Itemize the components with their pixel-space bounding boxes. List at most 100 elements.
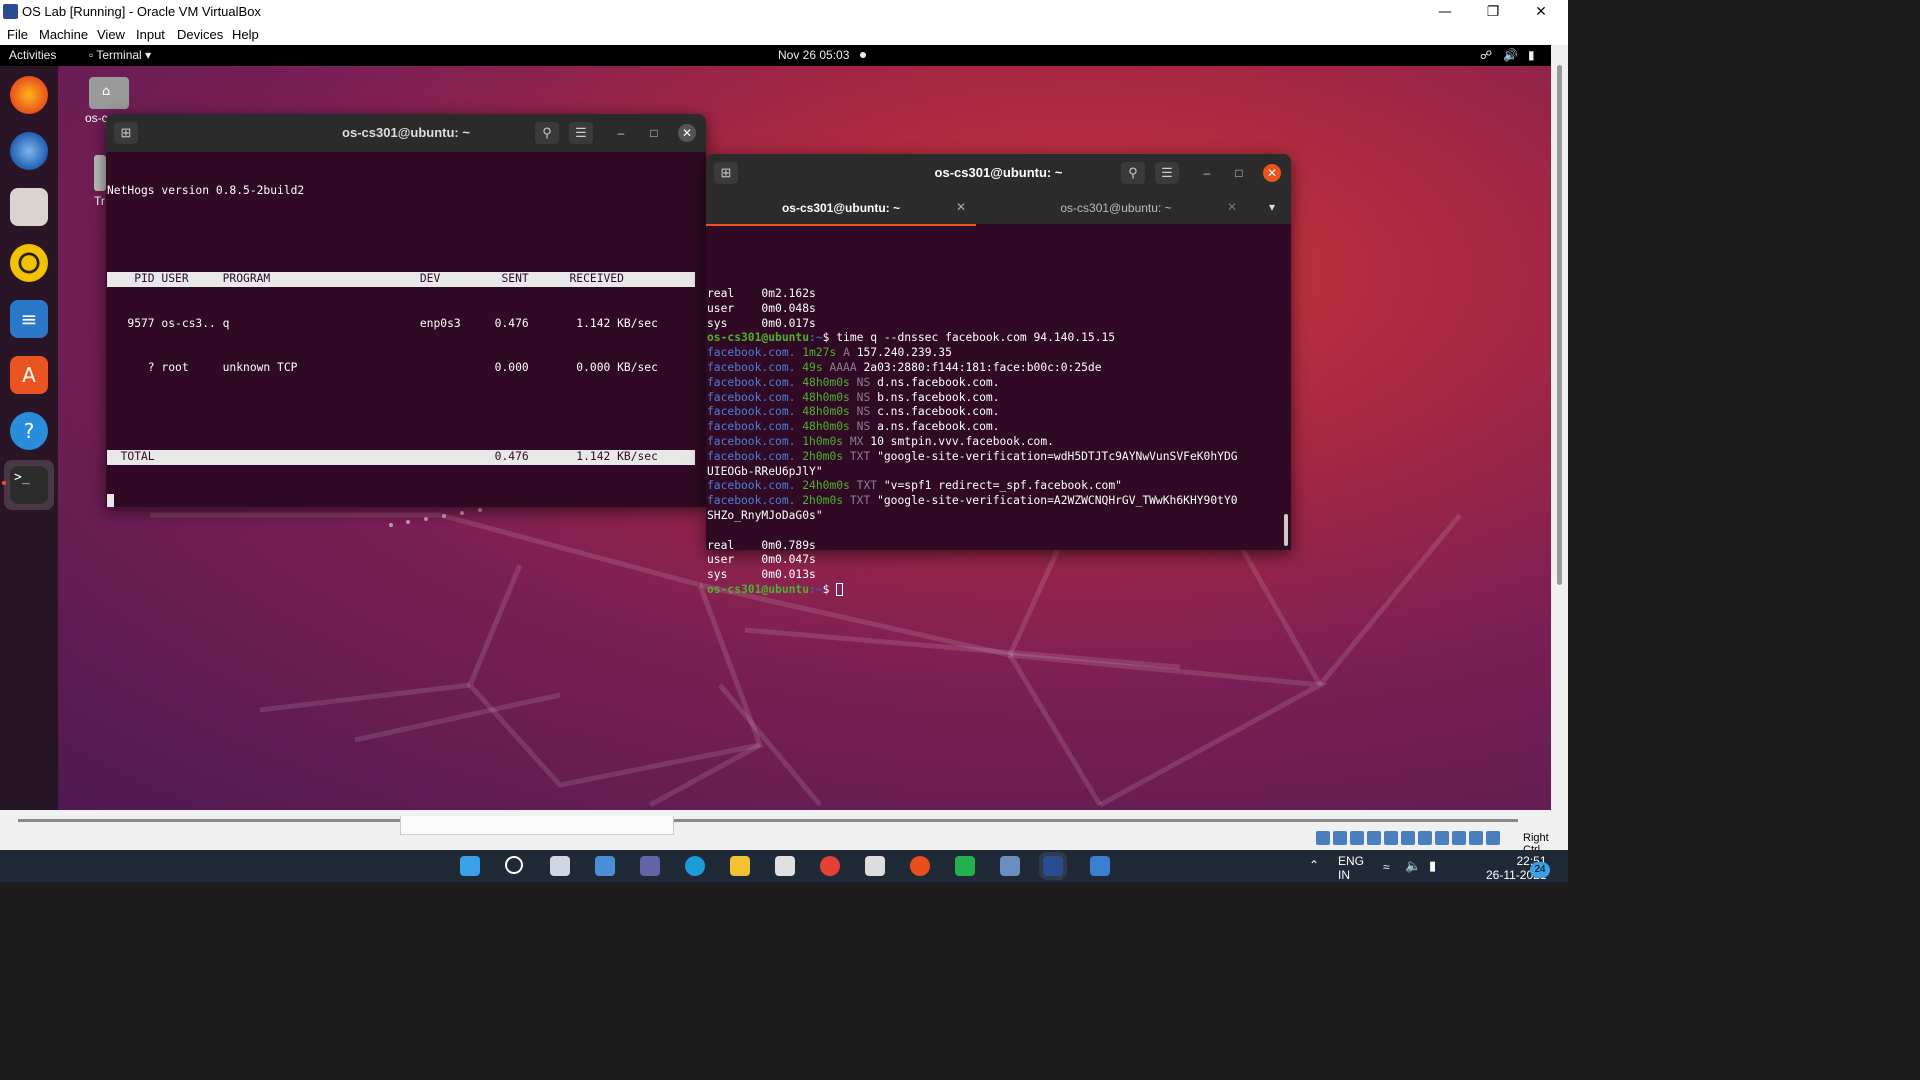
vbox-menubar: File Machine View Input Devices Help xyxy=(0,24,1568,45)
hdd-icon[interactable] xyxy=(1316,831,1330,845)
virtualbox-vm-icon[interactable] xyxy=(1043,856,1063,876)
tab-close-icon[interactable]: ✕ xyxy=(956,200,966,214)
close-icon[interactable]: ✕ xyxy=(678,124,696,142)
prompt-line: os-cs301@ubuntu:~$ xyxy=(707,583,1290,598)
activities-button[interactable]: Activities xyxy=(9,48,56,62)
minimize-icon[interactable]: — xyxy=(1422,0,1468,24)
minimize-icon[interactable]: – xyxy=(1198,164,1216,182)
close-icon[interactable]: ✕ xyxy=(1263,164,1281,182)
record-name: facebook.com. xyxy=(707,360,796,374)
volume-icon[interactable]: 🔊 xyxy=(1503,48,1518,62)
record-name: facebook.com. xyxy=(707,375,796,389)
recording-icon[interactable] xyxy=(1435,831,1449,845)
wifi-icon[interactable]: ≈ xyxy=(1383,860,1390,874)
thunderbird-icon[interactable] xyxy=(10,132,48,170)
widgets-icon[interactable] xyxy=(595,856,615,876)
terminal-icon[interactable]: >_ xyxy=(10,466,48,504)
trash-label: Tr xyxy=(94,194,105,208)
notification-badge[interactable]: 24 xyxy=(1530,862,1550,878)
terminal-tabbar: os-cs301@ubuntu: ~ ✕ os-cs301@ubuntu: ~ … xyxy=(706,192,1291,226)
search-icon[interactable]: ⚲ xyxy=(535,122,559,144)
firefox-icon[interactable] xyxy=(910,856,930,876)
menu-file[interactable]: File xyxy=(7,27,28,42)
vbox-vertical-scrollbar[interactable] xyxy=(1551,45,1568,810)
network-icon[interactable]: ☍ xyxy=(1480,48,1492,62)
mouse-integration-icon[interactable] xyxy=(1469,831,1483,845)
edge-icon[interactable] xyxy=(685,856,705,876)
dns-record: facebook.com. 48h0m0s NS a.ns.facebook.c… xyxy=(707,420,1290,435)
home-folder-icon[interactable]: ⌂ xyxy=(89,77,129,109)
chrome-icon[interactable] xyxy=(820,856,840,876)
shared-folder-icon[interactable] xyxy=(1401,831,1415,845)
search-icon[interactable]: ⚲ xyxy=(1121,162,1145,184)
store-icon[interactable] xyxy=(775,856,795,876)
record-ttl: 48h0m0s xyxy=(802,420,850,434)
menu-help[interactable]: Help xyxy=(232,27,259,42)
usb-icon[interactable] xyxy=(1384,831,1398,845)
help-icon[interactable]: ? xyxy=(10,412,48,450)
prompt-line: os-cs301@ubuntu:~$ time q --dnssec faceb… xyxy=(707,331,1290,346)
optical-drive-icon[interactable] xyxy=(1333,831,1347,845)
prompt-path: :~ xyxy=(809,331,823,345)
topbar-clock[interactable]: Nov 26 05:03 xyxy=(778,48,849,62)
menu-devices[interactable]: Devices xyxy=(177,27,223,42)
search-icon[interactable] xyxy=(505,856,523,874)
record-wrap: SHZo_RnyMJoDaG0s" xyxy=(707,508,823,522)
app-menu-terminal[interactable]: ▫ Terminal ▾ xyxy=(89,48,151,62)
record-value: 10 smtpin.vvv.facebook.com. xyxy=(870,434,1054,448)
maximize-icon[interactable]: □ xyxy=(1230,164,1248,182)
keyboard-capture-icon[interactable] xyxy=(1486,831,1500,845)
network-adapter-icon[interactable] xyxy=(1367,831,1381,845)
terminal-scrollbar[interactable] xyxy=(1284,514,1288,546)
close-icon[interactable]: ✕ xyxy=(1518,0,1564,24)
writer-icon[interactable]: ≡ xyxy=(10,300,48,338)
tab-close-icon[interactable]: ✕ xyxy=(1227,200,1237,214)
chat-icon[interactable] xyxy=(640,856,660,876)
terminal-window-nethogs[interactable]: ⊞ os-cs301@ubuntu: ~ ⚲ ☰ – □ ✕ NetHogs v… xyxy=(106,114,706,509)
task-view-icon[interactable] xyxy=(550,856,570,876)
start-icon[interactable] xyxy=(460,856,480,876)
menu-input[interactable]: Input xyxy=(136,27,165,42)
terminal-window-dns[interactable]: ⊞ os-cs301@ubuntu: ~ ⚲ ☰ – □ ✕ os-cs301@… xyxy=(706,154,1291,597)
software-center-icon[interactable]: A xyxy=(10,356,48,394)
virtualbox-manager-icon[interactable] xyxy=(1000,856,1020,876)
dns-record: facebook.com. 49s AAAA 2a03:2880:f144:18… xyxy=(707,361,1290,376)
trash-icon[interactable] xyxy=(94,155,106,191)
photos-icon[interactable] xyxy=(1090,856,1110,876)
battery-icon[interactable]: ▮ xyxy=(1429,858,1436,874)
maximize-icon[interactable]: □ xyxy=(645,124,663,142)
firefox-icon[interactable] xyxy=(10,76,48,114)
display-icon[interactable] xyxy=(1418,831,1432,845)
virtualization-icon[interactable] xyxy=(1452,831,1466,845)
files-icon[interactable] xyxy=(10,188,48,226)
speaker-icon[interactable]: 🔈 xyxy=(1405,858,1421,874)
menu-view[interactable]: View xyxy=(97,27,125,42)
menu-machine[interactable]: Machine xyxy=(39,27,88,42)
audio-icon[interactable] xyxy=(1350,831,1364,845)
record-name: facebook.com. xyxy=(707,479,796,493)
language-indicator[interactable]: ENG IN xyxy=(1338,854,1364,882)
scroll-thumb[interactable] xyxy=(1557,65,1562,585)
tab-active[interactable]: os-cs301@ubuntu: ~ xyxy=(706,192,976,226)
restore-icon[interactable]: ❐ xyxy=(1470,0,1516,24)
hamburger-menu-icon[interactable]: ☰ xyxy=(1155,162,1179,184)
tab-inactive[interactable]: os-cs301@ubuntu: ~ xyxy=(981,192,1251,224)
hamburger-menu-icon[interactable]: ☰ xyxy=(569,122,593,144)
vbox-horizontal-scrollbar[interactable] xyxy=(18,819,1518,822)
file-explorer-icon[interactable] xyxy=(730,856,750,876)
minimize-icon[interactable]: – xyxy=(612,124,630,142)
tabs-dropdown-icon[interactable]: ▾ xyxy=(1269,200,1275,214)
snipping-tool-icon[interactable] xyxy=(865,856,885,876)
gnome-topbar: Activities ▫ Terminal ▾ Nov 26 05:03 ☍ 🔊… xyxy=(0,45,1551,66)
battery-icon[interactable]: ▮ xyxy=(1528,48,1535,62)
chevron-up-icon[interactable]: ⌃ xyxy=(1309,858,1319,872)
ubuntu-dock: ≡ A ? >_ xyxy=(0,66,58,810)
vbox-titlebar: OS Lab [Running] - Oracle VM VirtualBox … xyxy=(0,0,1568,24)
record-ttl: 1h0m0s xyxy=(802,434,844,448)
record-name: facebook.com. xyxy=(707,405,796,419)
nvidia-icon[interactable] xyxy=(955,856,975,876)
rhythmbox-icon[interactable] xyxy=(10,244,48,282)
cursor-line xyxy=(107,494,695,509)
record-value: b.ns.facebook.com. xyxy=(877,390,1000,404)
